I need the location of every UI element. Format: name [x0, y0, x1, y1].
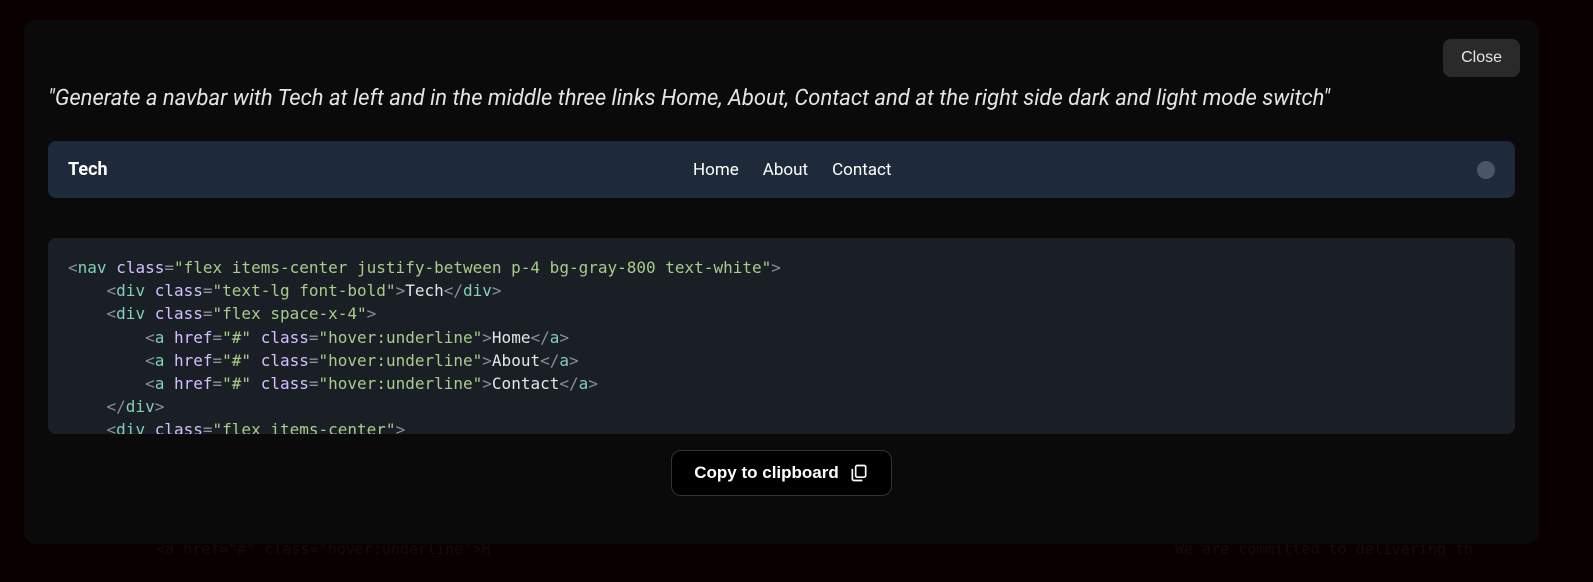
nav-links: Home About Contact: [693, 160, 891, 180]
nav-brand: Tech: [68, 159, 108, 180]
nav-link-about[interactable]: About: [763, 160, 808, 180]
clipboard-icon: [849, 463, 869, 483]
nav-link-home[interactable]: Home: [693, 160, 739, 180]
copy-to-clipboard-button[interactable]: Copy to clipboard: [671, 450, 892, 496]
prompt-text: "Generate a navbar with Tech at left and…: [48, 86, 1515, 111]
nav-link-contact[interactable]: Contact: [832, 160, 891, 180]
close-button[interactable]: Close: [1443, 39, 1520, 77]
copy-button-label: Copy to clipboard: [694, 463, 839, 483]
theme-toggle-icon[interactable]: [1477, 161, 1495, 179]
code-block[interactable]: <nav class="flex items-center justify-be…: [48, 238, 1515, 434]
navbar-preview: Tech Home About Contact: [48, 141, 1515, 198]
modal-dialog: Close "Generate a navbar with Tech at le…: [24, 20, 1539, 544]
